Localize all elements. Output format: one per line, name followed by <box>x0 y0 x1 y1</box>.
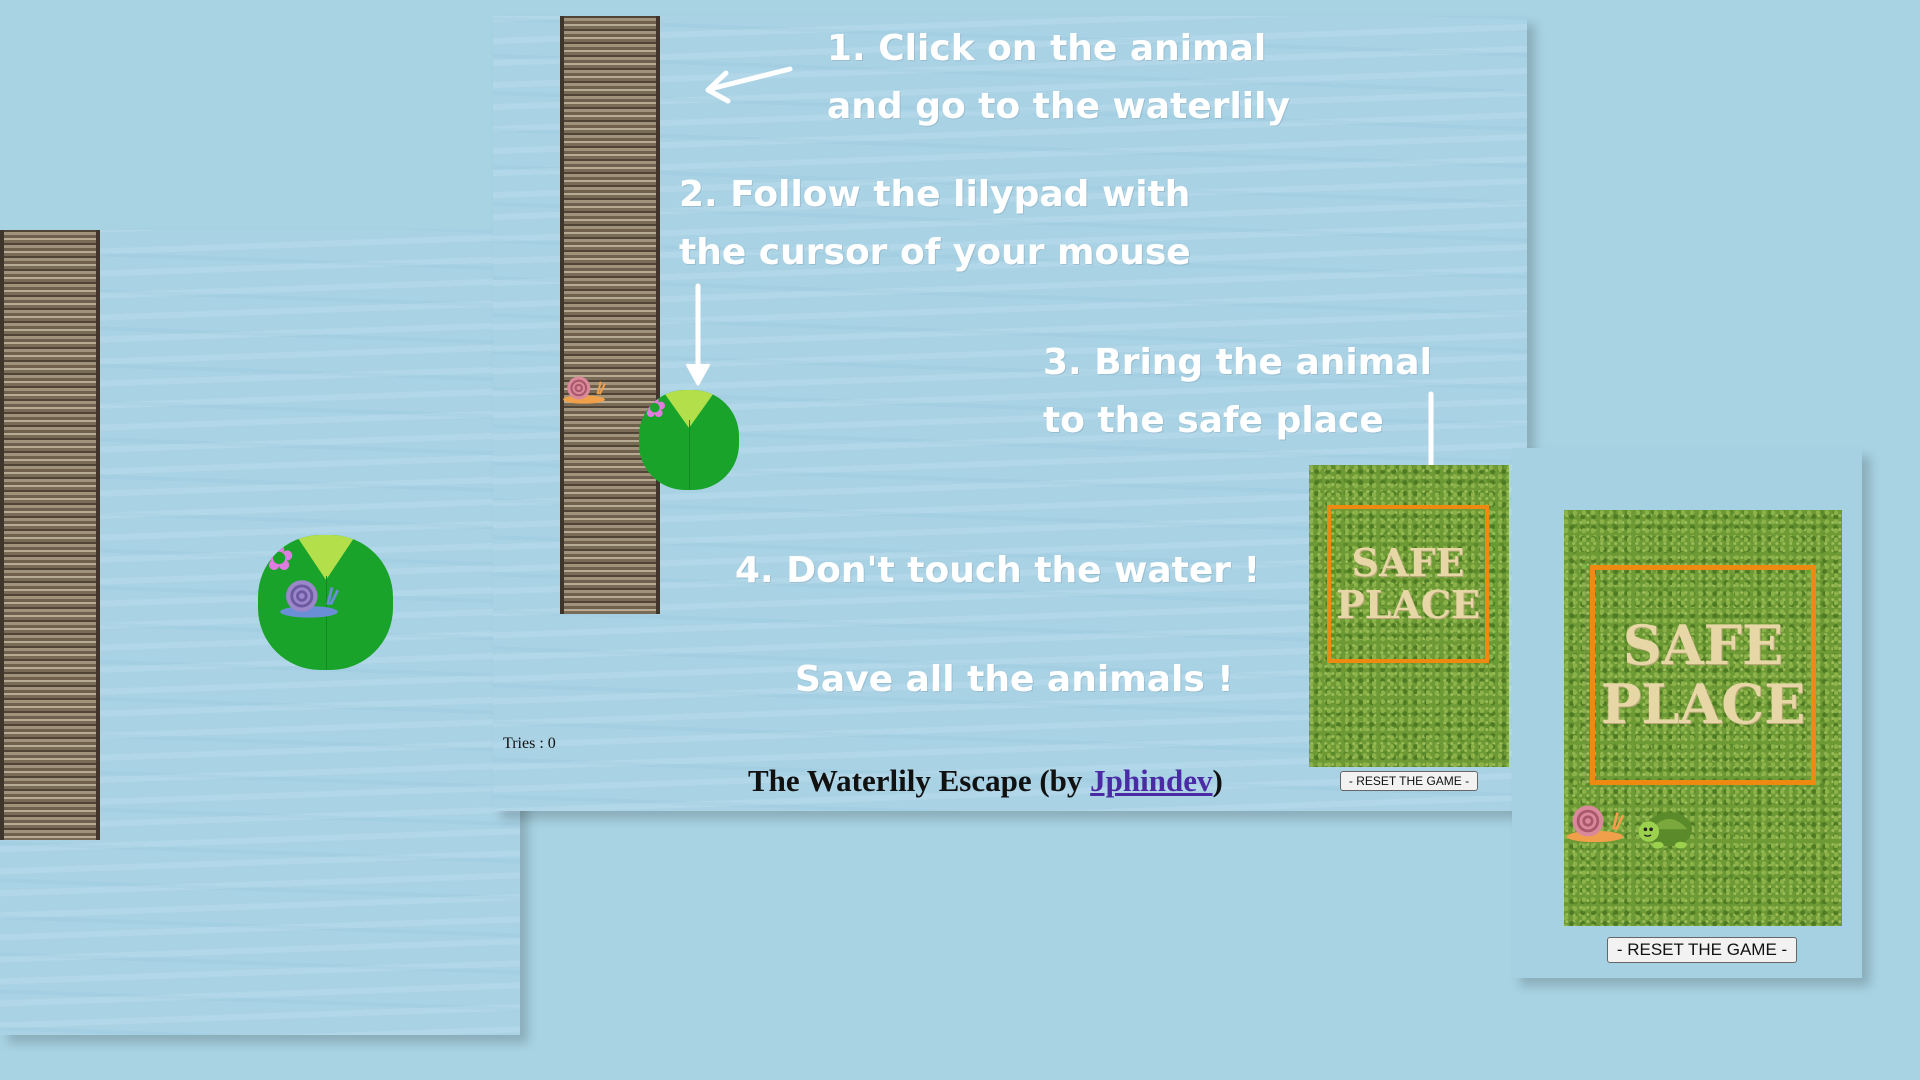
main-game-panel: ✿ 1. Click on the animal and go to the w… <box>493 16 1527 811</box>
reset-game-button[interactable]: - RESET THE GAME - <box>1340 771 1478 791</box>
instruction-step2: 2. Follow the lilypad with the cursor of… <box>679 174 1191 273</box>
flower-icon: ✿ <box>643 391 667 424</box>
snail-icon[interactable] <box>276 573 342 619</box>
lilypad-icon[interactable]: ✿ <box>639 390 739 490</box>
game-title: The Waterlily Escape (by Jphindev) <box>748 763 1223 799</box>
log-icon[interactable] <box>560 16 660 614</box>
stage: ✿ ✿ 1. Click on the animal and go to the… <box>0 0 1920 1080</box>
lilypad-vein <box>689 420 690 490</box>
flower-icon: ✿ <box>264 538 295 579</box>
lilypad-icon[interactable]: ✿ <box>258 535 393 670</box>
safe-place-label: SAFE PLACE <box>1336 540 1480 627</box>
arrow-icon <box>685 283 711 386</box>
title-suffix: ) <box>1212 763 1223 798</box>
instruction-step3: 3. Bring the animal to the safe place <box>1043 342 1432 441</box>
instruction-step1: 1. Click on the animal and go to the wat… <box>827 28 1290 127</box>
left-zoom-panel: ✿ <box>0 230 520 1035</box>
turtle-icon[interactable] <box>1634 802 1700 852</box>
log-icon[interactable] <box>0 230 100 840</box>
snail-icon[interactable] <box>561 371 607 405</box>
reset-game-button-zoom[interactable]: - RESET THE GAME - <box>1607 937 1797 963</box>
snail-icon[interactable] <box>1564 798 1626 844</box>
right-zoom-panel: SAFE PLACE - RESET THE GAME - <box>1512 448 1862 978</box>
safe-place-label-zoom: SAFE PLACE <box>1600 612 1806 736</box>
safe-place-box: SAFE PLACE <box>1327 505 1489 663</box>
safe-place-area[interactable]: SAFE PLACE <box>1309 465 1509 767</box>
safe-place-area-zoom[interactable]: SAFE PLACE <box>1564 510 1842 926</box>
author-link[interactable]: Jphindev <box>1090 763 1212 798</box>
instruction-step4: 4. Don't touch the water ! <box>735 550 1261 591</box>
title-prefix: The Waterlily Escape (by <box>748 763 1091 798</box>
instruction-goal: Save all the animals ! <box>795 659 1234 700</box>
tries-counter: Tries : 0 <box>503 735 556 752</box>
arrow-icon <box>705 66 793 104</box>
safe-place-box-zoom: SAFE PLACE <box>1590 565 1816 785</box>
